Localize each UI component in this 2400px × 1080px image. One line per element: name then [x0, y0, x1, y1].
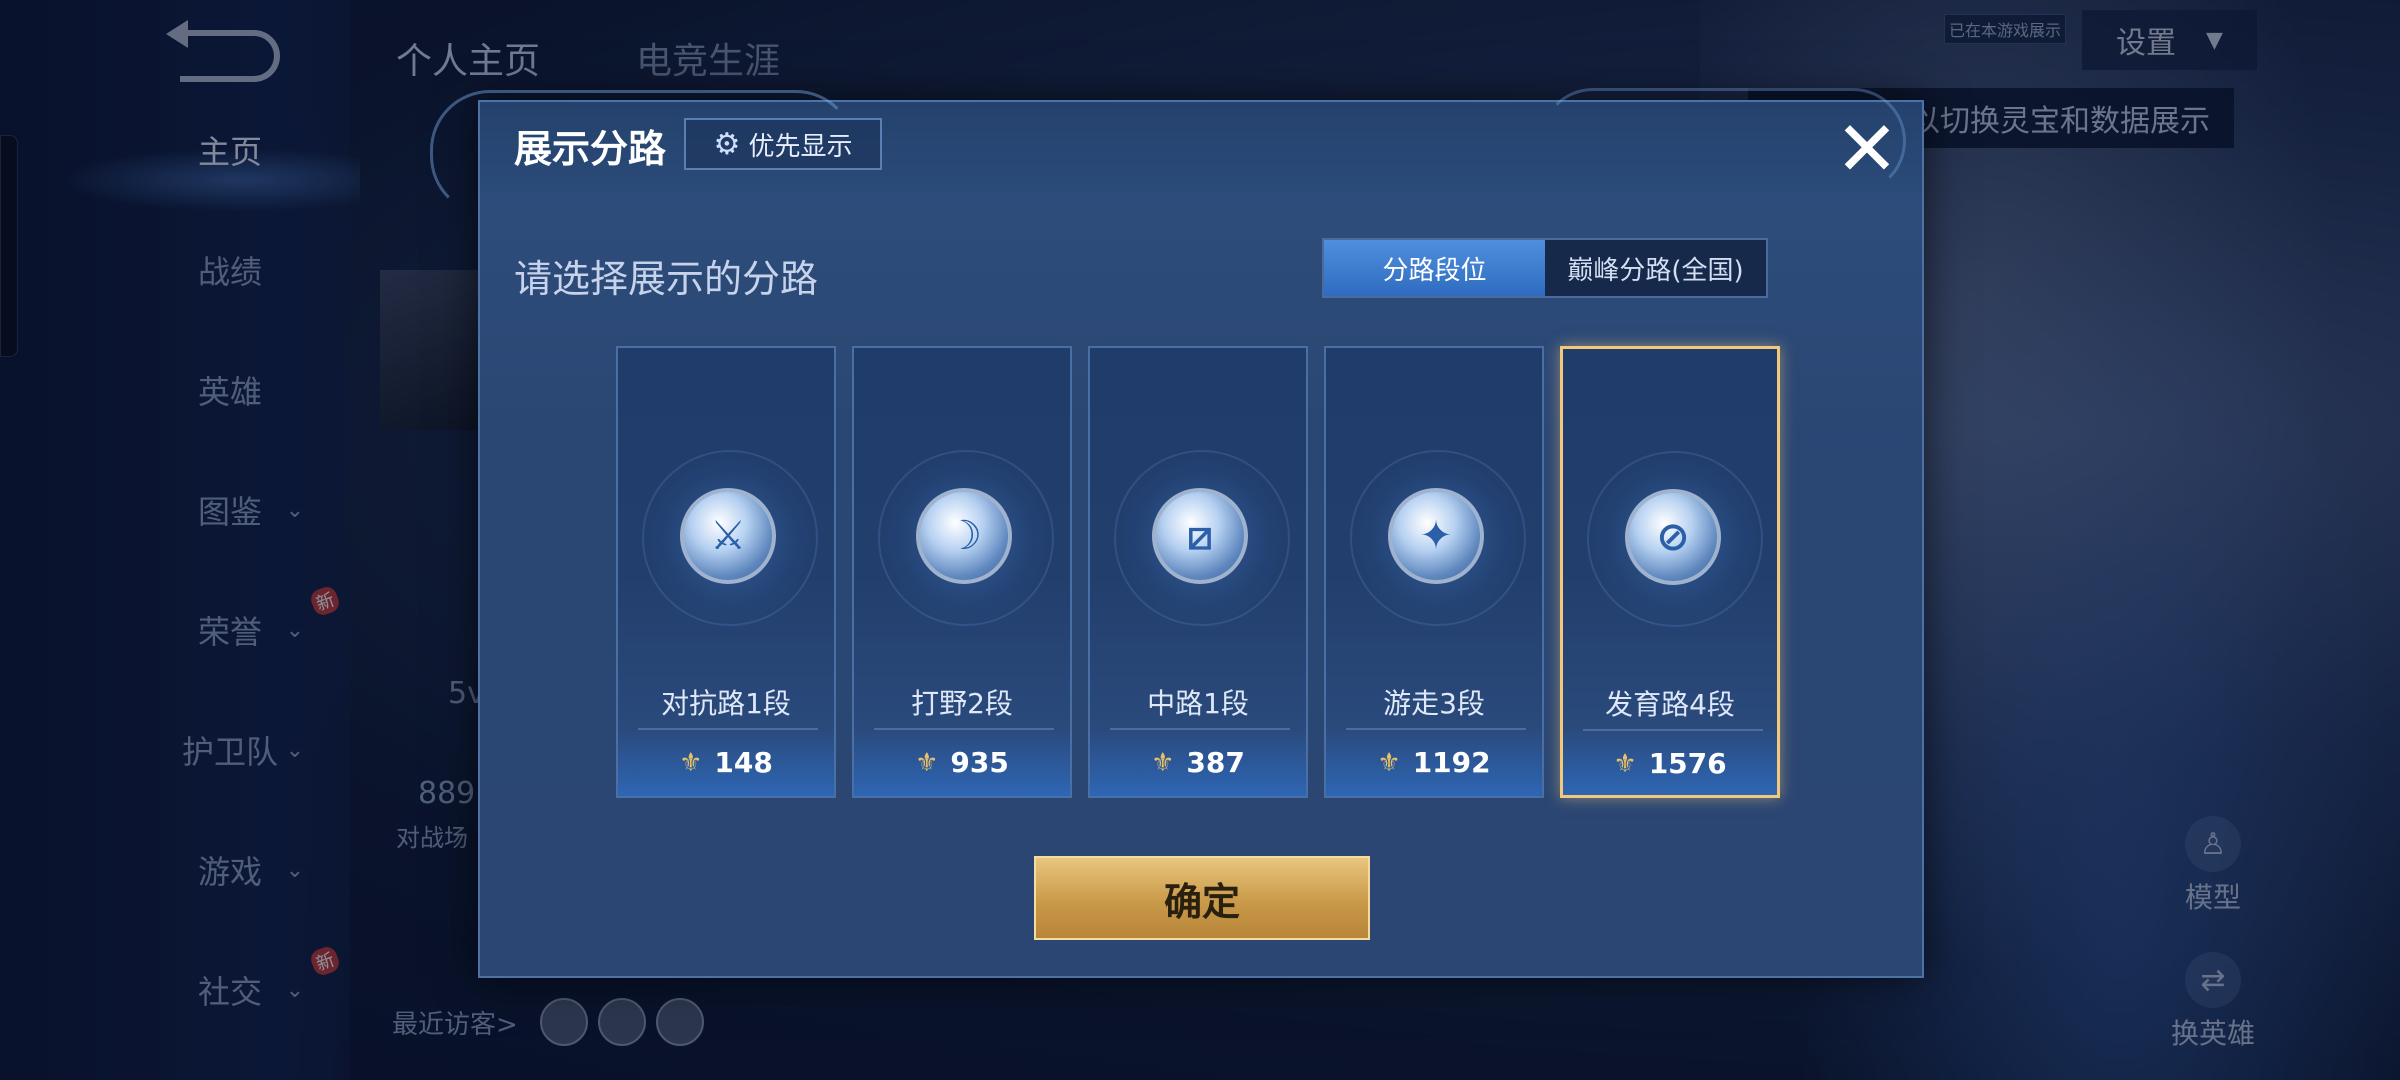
- divider: [874, 728, 1054, 730]
- tab-peak-lane-national[interactable]: 巅峰分路(全国): [1545, 240, 1766, 296]
- close-icon: ✕: [1835, 104, 1899, 193]
- lane-rank-label: 发育路4段: [1605, 688, 1735, 721]
- jungle-emblem-icon: ☽: [916, 488, 1012, 584]
- divider: [1346, 728, 1526, 730]
- priority-display-label: 优先显示: [748, 131, 853, 162]
- dialog-subtitle: 请选择展示的分路: [514, 257, 819, 301]
- lane-score: ⚜ 148: [618, 746, 834, 779]
- lane-card[interactable]: ⚔ 对抗路1段 ⚜ 148: [616, 346, 836, 798]
- lane-score: ⚜ 935: [854, 746, 1070, 779]
- emblem-glyph: ☽: [946, 513, 982, 559]
- points-icon: ⚜: [915, 747, 939, 778]
- divider: [1110, 728, 1290, 730]
- lane-score-value: 1576: [1648, 747, 1727, 780]
- emblem-glyph: ⧄: [1187, 513, 1213, 559]
- priority-display-button[interactable]: ⚙ 优先显示: [684, 118, 882, 170]
- lane-score-value: 387: [1186, 746, 1245, 779]
- wings-emblem-icon: ✦: [1388, 488, 1484, 584]
- sword-emblem-icon: ⚔: [680, 488, 776, 584]
- emblem-glyph: ✦: [1419, 513, 1453, 559]
- emblem-glyph: ⊘: [1656, 514, 1690, 560]
- mid-emblem-icon: ⧄: [1152, 488, 1248, 584]
- emblem-glyph: ⚔: [710, 513, 746, 559]
- confirm-button[interactable]: 确定: [1034, 856, 1370, 940]
- lane-rank-label: 打野2段: [911, 687, 1013, 720]
- lane-display-dialog: 展示分路 ⚙ 优先显示 ✕ 请选择展示的分路 分路段位 巅峰分路(全国) ⚔ 对抗…: [430, 88, 1924, 978]
- gear-icon: ⚙: [713, 126, 741, 162]
- display-mode-toggle: 分路段位 巅峰分路(全国): [1322, 238, 1768, 298]
- lane-card-list: ⚔ 对抗路1段 ⚜ 148 ☽ 打野2段 ⚜ 935 ⧄ 中路1段 ⚜ 387 ✦ 游走3段 ⚜ 1192 ⊘ 发…: [616, 346, 1796, 798]
- lane-score-value: 148: [714, 746, 773, 779]
- lane-score: ⚜ 387: [1090, 746, 1306, 779]
- lane-card[interactable]: ✦ 游走3段 ⚜ 1192: [1324, 346, 1544, 798]
- lane-rank-label: 对抗路1段: [661, 687, 791, 720]
- lane-card[interactable]: ⧄ 中路1段 ⚜ 387: [1088, 346, 1308, 798]
- tab-lane-rank[interactable]: 分路段位: [1324, 240, 1545, 296]
- close-button[interactable]: ✕: [1832, 104, 1902, 193]
- lane-score: ⚜ 1192: [1326, 746, 1542, 779]
- points-icon: ⚜: [1613, 748, 1637, 779]
- lane-score-value: 1192: [1412, 746, 1491, 779]
- lane-score-value: 935: [950, 746, 1009, 779]
- divider: [1583, 729, 1763, 731]
- lane-card[interactable]: ☽ 打野2段 ⚜ 935: [852, 346, 1072, 798]
- divider: [638, 728, 818, 730]
- lane-card[interactable]: ⊘ 发育路4段 ⚜ 1576: [1560, 346, 1780, 798]
- points-icon: ⚜: [1377, 747, 1401, 778]
- dialog-title: 展示分路: [514, 127, 667, 171]
- farm-emblem-icon: ⊘: [1625, 489, 1721, 585]
- lane-rank-label: 游走3段: [1383, 687, 1485, 720]
- lane-rank-label: 中路1段: [1147, 687, 1249, 720]
- points-icon: ⚜: [1151, 747, 1175, 778]
- points-icon: ⚜: [679, 747, 703, 778]
- lane-score: ⚜ 1576: [1563, 747, 1777, 780]
